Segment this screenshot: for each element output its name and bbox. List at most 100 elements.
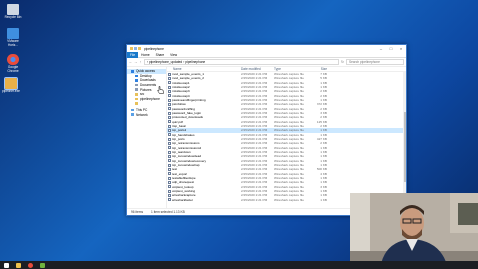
file-icon [168,167,171,171]
nav-item[interactable]: Network [127,112,166,117]
folder-icon [135,74,138,78]
close-button[interactable]: × [396,45,406,52]
file-icon [168,193,171,197]
download-icon [135,79,138,82]
file-icon [168,137,171,141]
forward-icon[interactable]: → [134,60,138,64]
item-count: 96 items [131,210,144,214]
file-size: 1 KB [320,197,327,202]
folder-icon [135,102,138,105]
file-icon [168,189,171,193]
breadcrumb-separator-icon: › [147,59,149,64]
column-header-type[interactable]: Type [274,67,308,71]
nav-item-label: This PC [136,108,148,113]
nav-item-label: Network [136,112,148,117]
vmware-icon [7,28,19,39]
desktop-icon-recycle-bin[interactable]: Recycle Bin [2,4,24,20]
file-icon [168,176,171,180]
file-icon [168,76,171,80]
scrollbar-thumb[interactable] [403,112,406,182]
file-icon [168,120,171,124]
window-controls: – □ × [376,45,406,52]
file-icon [168,180,171,184]
breadcrumb-item[interactable]: pipelinephone [185,60,205,65]
tab-home[interactable]: Home [138,52,153,58]
taskbar-file-explorer[interactable] [12,261,24,269]
file-icon [168,102,171,106]
breadcrumb-separator-icon: › [183,59,185,64]
computer-icon [131,108,134,112]
desktop-icon-label: Recycle Bin [4,15,22,19]
column-header-date[interactable]: Date modified [241,67,274,71]
breadcrumb[interactable]: › pipelinephone_updated › pipelinephone [144,59,339,65]
file-icon [168,98,171,102]
chrome-icon [7,54,19,65]
file-icon [4,77,18,90]
network-icon [131,113,134,116]
vertical-scrollbar[interactable] [403,72,406,208]
start-button[interactable] [0,261,12,269]
star-icon [131,70,134,73]
address-row: ← → ↑ › pipelinephone_updated › pipeline… [127,58,406,67]
nav-item[interactable] [127,101,166,106]
file-icon [168,115,171,119]
nav-item-label: Downloads [140,78,156,83]
taskbar [0,261,478,269]
file-icon [168,94,171,98]
presenter-video [350,193,478,269]
nav-item-label: Documents [140,83,157,88]
file-explorer-icon [15,262,21,268]
file-icon [168,154,171,158]
maximize-button[interactable]: □ [386,45,396,52]
refresh-icon[interactable]: ↻ [341,60,344,64]
file-icon [168,89,171,93]
file-list: Name Date modified Type Size mod_sample_… [167,67,406,208]
folder-icon[interactable] [130,47,133,50]
desktop-icon-label: pipeliner.exe [2,89,20,93]
folder-icon [135,97,138,101]
webcam-overlay [350,193,478,269]
tab-share[interactable]: Share [153,52,168,58]
tab-file[interactable]: File [127,51,139,58]
minimize-button[interactable]: – [376,45,386,52]
nav-item-label: Desktop [140,73,152,78]
desktop-icon-label: Google Chrome [7,65,19,73]
file-icon [168,111,171,115]
vmware-icon [39,262,45,268]
file-rows: mod_sample_events_1 2/15/2020 2:21 PM Wire… [167,72,406,202]
picture-icon [135,88,138,91]
nav-item-label: Pictures [140,87,152,92]
file-name: wiresharkfacter [172,197,193,202]
file-icon [168,141,171,145]
up-icon[interactable]: ↑ [139,60,142,64]
tab-view[interactable]: View [167,52,180,58]
search-input[interactable]: Search pipelinephone [346,59,404,65]
taskbar-vmware[interactable] [36,261,48,269]
file-icon [168,72,171,76]
file-explorer-window: pipelinephone – □ × File Home Share View… [126,44,407,216]
file-icon [168,150,171,154]
chrome-icon [27,262,33,268]
file-icon [168,124,171,128]
column-header-size[interactable]: Size [308,67,330,71]
column-header-name[interactable]: Name [167,67,241,71]
windows-logo-icon [3,262,9,268]
back-icon[interactable]: ← [129,60,133,64]
file-icon [168,172,171,176]
taskbar-chrome[interactable] [24,261,36,269]
file-icon [168,185,171,189]
desktop-icon-label: VMware Horiz... [7,39,19,47]
desktop-icon-file[interactable]: pipeliner.exe [0,77,22,94]
file-icon [168,128,171,132]
file-icon [168,163,171,167]
selection-info: 1 item selected 1.13 KB [151,210,185,214]
file-icon [168,198,171,202]
file-date: 2/15/2020 2:21 PM [241,197,268,202]
file-icon [168,133,171,137]
desktop-icon-chrome[interactable]: Google Chrome [2,54,24,73]
desktop-icon-vmware[interactable]: VMware Horiz... [2,28,24,47]
properties-icon[interactable] [134,47,137,50]
file-icon [168,85,171,89]
nav-item-label: pipelinephone [140,96,160,101]
breadcrumb-item[interactable]: pipelinephone_updated [149,60,182,65]
